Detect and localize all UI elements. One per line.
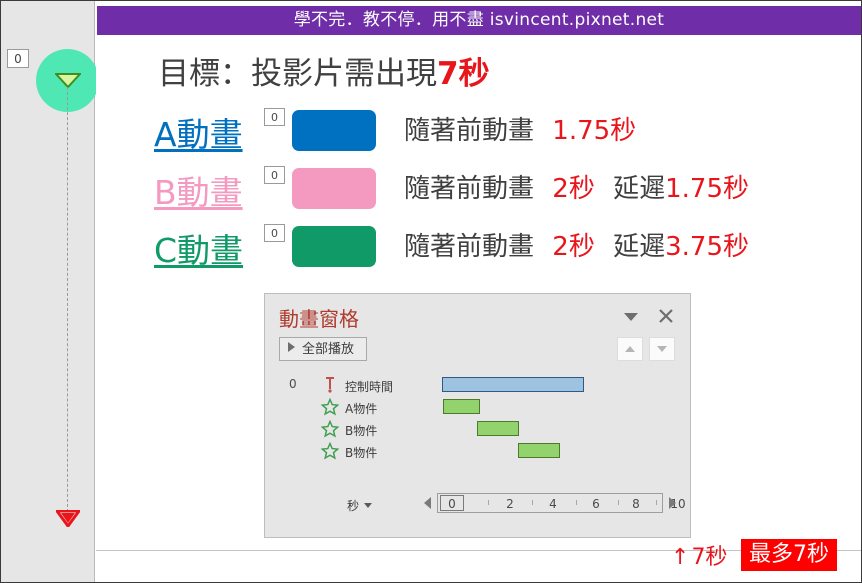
triangle-left-icon[interactable]	[424, 497, 431, 509]
table-row[interactable]: A物件	[265, 396, 692, 418]
emphasis-star-icon	[321, 442, 339, 460]
animation-pane-title: 動畫窗格	[279, 307, 359, 331]
caret-down-icon	[364, 503, 373, 508]
animation-order-badge-a: 0	[264, 108, 285, 126]
animation-label-a: A動畫	[154, 115, 243, 154]
animation-timing-a: 隨著前動畫 1.75秒	[404, 110, 636, 147]
emphasis-star-icon	[321, 398, 339, 416]
ruler-minor-tick	[576, 500, 577, 505]
animation-order-badge-b: 0	[264, 166, 285, 184]
animation-label-b: B動畫	[154, 173, 243, 212]
timeline-ruler[interactable]: 0 2 4 6 8 10	[437, 493, 686, 513]
ruler-tick: 4	[549, 497, 557, 511]
animation-list[interactable]: 0 控制時間 A物件 B物件 B物件	[265, 374, 692, 484]
animation-label-c: C動畫	[154, 231, 244, 270]
ruler-tick: 6	[592, 497, 600, 511]
play-triangle-icon	[288, 342, 295, 352]
ruler-minor-tick	[532, 500, 533, 505]
timeline-bar-trigger[interactable]	[442, 377, 584, 392]
animation-timing-c: 隨著前動畫 2秒 延遲3.75秒	[404, 226, 749, 263]
row-label: A物件	[345, 402, 378, 416]
emphasis-star-icon	[321, 420, 339, 438]
animation-order-badge-c: 0	[264, 224, 285, 242]
move-up-button[interactable]	[617, 337, 643, 361]
triangle-down-icon	[657, 346, 667, 352]
row-index: 0	[289, 377, 297, 391]
close-icon[interactable]	[658, 308, 674, 324]
timing-duration-b: 2秒	[552, 174, 595, 204]
timeline-unit-dropdown[interactable]: 秒	[347, 497, 373, 514]
max-duration-badge: 最多7秒	[741, 539, 837, 571]
slide-number-badge: 0	[7, 49, 29, 68]
ruler-tick: 2	[506, 497, 514, 511]
timing-prefix-a: 隨著前動畫	[404, 116, 535, 146]
animation-timing-b: 隨著前動畫 2秒 延遲1.75秒	[404, 168, 749, 205]
timing-prefix-b: 隨著前動畫	[404, 174, 535, 204]
timing-delay-label-c: 延遲	[613, 232, 666, 262]
triangle-up-icon	[625, 346, 635, 352]
slide-banner: 學不完．教不停．用不盡 isvincent.pixnet.net	[97, 6, 861, 35]
ruler-minor-tick	[618, 500, 619, 505]
page-title-main: 目標：投影片需出現	[158, 56, 437, 92]
table-row[interactable]: B物件	[265, 418, 692, 440]
play-all-button[interactable]: 全部播放	[279, 337, 368, 361]
motion-path-line	[67, 87, 68, 512]
animation-swatch-c[interactable]	[292, 226, 376, 267]
ruler-tick: 0	[448, 497, 456, 511]
animation-swatch-b[interactable]	[292, 168, 376, 209]
page-title-accent: 7秒	[437, 56, 490, 92]
timing-delay-value-c: 3.75秒	[665, 232, 750, 262]
timeline-bar-animation[interactable]	[518, 443, 560, 458]
page-title: 目標：投影片需出現7秒	[158, 48, 490, 93]
path-end-arrow-icon	[56, 510, 80, 527]
path-start-triangle-icon	[55, 73, 81, 88]
table-row[interactable]: B物件	[265, 440, 692, 462]
ruler-minor-tick	[656, 500, 657, 505]
triangle-right-icon[interactable]	[669, 497, 676, 509]
timing-duration-c: 2秒	[552, 232, 595, 262]
timing-delay-value-b: 1.75秒	[665, 174, 750, 204]
duration-note: ↑7秒	[671, 539, 727, 571]
timing-duration-a: 1.75秒	[552, 116, 637, 146]
timeline-bar-animation[interactable]	[443, 399, 480, 414]
timing-delay-label-b: 延遲	[613, 174, 666, 204]
timeline-bar-animation[interactable]	[477, 421, 519, 436]
powerpoint-slide-window: 0 學不完．教不停．用不盡 isvincent.pixnet.net 目標：投影…	[0, 0, 862, 583]
chevron-down-icon[interactable]	[624, 312, 638, 322]
ruler-minor-tick	[488, 500, 489, 505]
timeline-unit-label: 秒	[347, 499, 360, 513]
trigger-timing-icon	[326, 377, 334, 393]
slide-thumbnail-panel[interactable]: 0	[1, 1, 99, 582]
row-label: 控制時間	[345, 380, 394, 394]
up-arrow-icon: ↑	[671, 545, 690, 570]
row-label: B物件	[345, 446, 378, 460]
animation-pane[interactable]: 動畫窗格 全部播放 0 控制時間 A物件 B物件 B物件 秒 0 2 4 6 8…	[264, 293, 691, 538]
duration-note-text: 7秒	[691, 545, 728, 570]
table-row[interactable]: 0 控制時間	[265, 374, 692, 396]
timing-prefix-c: 隨著前動畫	[404, 232, 535, 262]
move-down-button[interactable]	[649, 337, 675, 361]
animation-swatch-a[interactable]	[292, 110, 376, 151]
play-all-label: 全部播放	[302, 342, 355, 357]
row-label: B物件	[345, 424, 378, 438]
ruler-tick: 8	[632, 497, 640, 511]
